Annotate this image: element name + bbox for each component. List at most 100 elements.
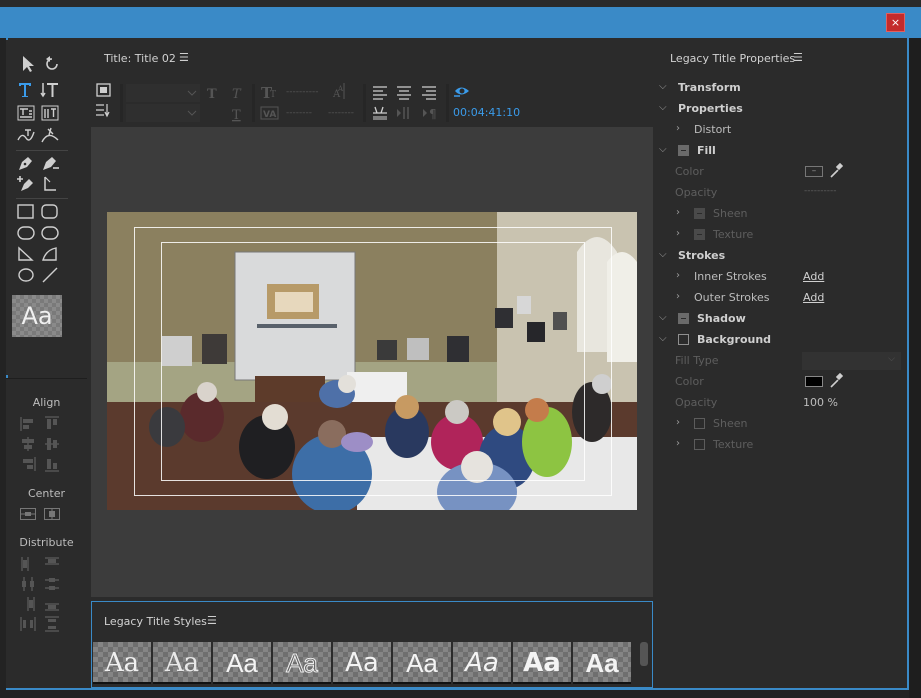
add-outer-stroke-link[interactable]: Add — [803, 291, 824, 304]
font-size-value[interactable]: ---------- — [286, 87, 318, 97]
delete-anchor-point-tool-icon[interactable] — [40, 153, 60, 173]
align-text-right-icon[interactable] — [422, 86, 436, 100]
font-style-dropdown[interactable] — [126, 104, 200, 122]
font-size-icon[interactable]: TT — [261, 84, 276, 102]
fill-checkbox[interactable] — [678, 145, 689, 156]
area-type-tool-icon[interactable] — [16, 103, 36, 123]
kerning-icon[interactable]: VA — [260, 106, 279, 120]
bg-sheen-checkbox[interactable] — [694, 418, 705, 429]
fill-type-dropdown[interactable]: ⌵ — [802, 352, 901, 370]
style-swatch[interactable]: Aa — [393, 642, 451, 684]
distribute-center-v-icon[interactable] — [43, 575, 61, 593]
align-bottom-icon[interactable] — [43, 455, 61, 473]
style-swatch[interactable]: Aa — [273, 642, 331, 684]
distribute-right-icon[interactable] — [19, 595, 37, 613]
indent-icon[interactable] — [397, 107, 409, 119]
align-text-left-icon[interactable] — [373, 86, 387, 100]
distribute-top-icon[interactable] — [43, 555, 61, 573]
font-family-dropdown[interactable] — [126, 84, 200, 102]
roll-crawl-options-icon[interactable] — [96, 83, 111, 97]
tab-stops-icon[interactable] — [96, 104, 110, 118]
distort-section[interactable]: › Distort — [656, 120, 905, 140]
close-button[interactable]: × — [886, 13, 905, 32]
eyedropper-icon[interactable] — [829, 162, 844, 182]
sheen-checkbox[interactable] — [694, 208, 705, 219]
italic-icon[interactable]: T — [232, 87, 242, 102]
center-horizontal-icon[interactable] — [19, 505, 37, 523]
properties-menu-icon[interactable]: ☰ — [793, 51, 803, 64]
fill-texture-row[interactable]: › Texture — [656, 225, 905, 245]
vertical-path-type-tool-icon[interactable] — [40, 126, 60, 146]
eyedropper-icon[interactable] — [829, 372, 844, 392]
show-background-video-icon[interactable] — [454, 87, 469, 97]
outer-strokes-row[interactable]: › Outer Strokes Add — [656, 288, 905, 308]
vertical-area-type-tool-icon[interactable] — [40, 103, 60, 123]
vertical-type-tool-icon[interactable] — [40, 80, 60, 100]
styles-scrollbar[interactable] — [640, 642, 648, 666]
type-tool-icon[interactable] — [16, 80, 36, 100]
add-inner-stroke-link[interactable]: Add — [803, 270, 824, 283]
fill-color-swatch[interactable]: – — [805, 166, 823, 177]
rotation-tool-icon[interactable] — [42, 54, 62, 74]
background-section[interactable]: ⌵ Background — [656, 330, 905, 350]
leading-icon[interactable]: AA — [332, 83, 345, 100]
align-text-center-icon[interactable] — [397, 86, 411, 100]
leading-value[interactable]: -------- — [328, 108, 354, 118]
distribute-spacing-v-icon[interactable] — [43, 615, 61, 633]
kerning-value[interactable]: -------- — [286, 108, 312, 118]
align-vertical-center-icon[interactable] — [43, 435, 61, 453]
fill-section[interactable]: ⌵ Fill — [656, 141, 905, 161]
add-anchor-point-tool-icon[interactable] — [16, 174, 36, 194]
paragraph-icon[interactable]: ¶ — [423, 107, 437, 121]
background-timecode[interactable]: 00:04:41:10 — [453, 106, 520, 119]
bg-opacity-value[interactable]: 100 % — [803, 396, 838, 409]
bg-texture-row[interactable]: › Texture — [656, 435, 905, 455]
path-type-tool-icon[interactable] — [16, 126, 36, 146]
inner-strokes-row[interactable]: › Inner Strokes Add — [656, 267, 905, 287]
fill-sheen-row[interactable]: › Sheen — [656, 204, 905, 224]
align-right-icon[interactable] — [19, 455, 37, 473]
shadow-section[interactable]: ⌵ Shadow — [656, 309, 905, 329]
distribute-bottom-icon[interactable] — [43, 595, 61, 613]
style-swatch[interactable]: Aa — [213, 642, 271, 684]
arc-tool-icon[interactable] — [40, 244, 60, 264]
bg-sheen-row[interactable]: › Sheen — [656, 414, 905, 434]
distribute-left-icon[interactable] — [19, 555, 37, 573]
pen-tool-icon[interactable] — [16, 153, 36, 173]
selection-tool-icon[interactable] — [18, 54, 38, 74]
style-swatch[interactable]: Aa — [573, 642, 631, 684]
rounded-rectangle-tool-icon[interactable] — [40, 202, 60, 222]
center-vertical-icon[interactable] — [43, 505, 61, 523]
style-swatch[interactable]: Aa — [513, 642, 571, 684]
panel-menu-icon[interactable]: ☰ — [179, 51, 189, 64]
bold-icon[interactable]: T — [207, 87, 217, 102]
align-horizontal-center-icon[interactable] — [19, 435, 37, 453]
title-canvas-area[interactable] — [91, 127, 653, 597]
wedge-tool-icon[interactable] — [16, 244, 36, 264]
tab-stops-ruler-icon[interactable] — [373, 106, 387, 120]
fill-opacity-value[interactable]: ---------- — [804, 186, 836, 196]
bg-color-swatch[interactable] — [805, 376, 823, 387]
rectangle-tool-icon[interactable] — [16, 202, 36, 222]
align-left-icon[interactable] — [19, 415, 37, 433]
line-tool-icon[interactable] — [40, 265, 60, 285]
style-swatch[interactable]: Aa — [153, 642, 211, 684]
align-top-icon[interactable] — [43, 415, 61, 433]
texture-checkbox[interactable] — [694, 229, 705, 240]
distribute-center-h-icon[interactable] — [19, 575, 37, 593]
distribute-spacing-h-icon[interactable] — [19, 615, 37, 633]
convert-anchor-point-tool-icon[interactable] — [40, 174, 60, 194]
style-swatch[interactable]: Aa — [93, 642, 151, 684]
transform-section[interactable]: ⌵ Transform — [656, 78, 905, 98]
background-checkbox[interactable] — [678, 334, 689, 345]
rounded-corner-rectangle-tool-icon[interactable] — [40, 223, 60, 243]
style-swatch[interactable]: Aa — [453, 642, 511, 684]
underline-icon[interactable]: T — [232, 108, 241, 123]
ellipse-tool-icon[interactable] — [16, 265, 36, 285]
styles-menu-icon[interactable]: ☰ — [207, 614, 217, 627]
style-swatch[interactable]: Aa — [333, 642, 391, 684]
clipped-corner-rectangle-tool-icon[interactable] — [16, 223, 36, 243]
bg-texture-checkbox[interactable] — [694, 439, 705, 450]
strokes-section[interactable]: ⌵ Strokes — [656, 246, 905, 266]
shadow-checkbox[interactable] — [678, 313, 689, 324]
